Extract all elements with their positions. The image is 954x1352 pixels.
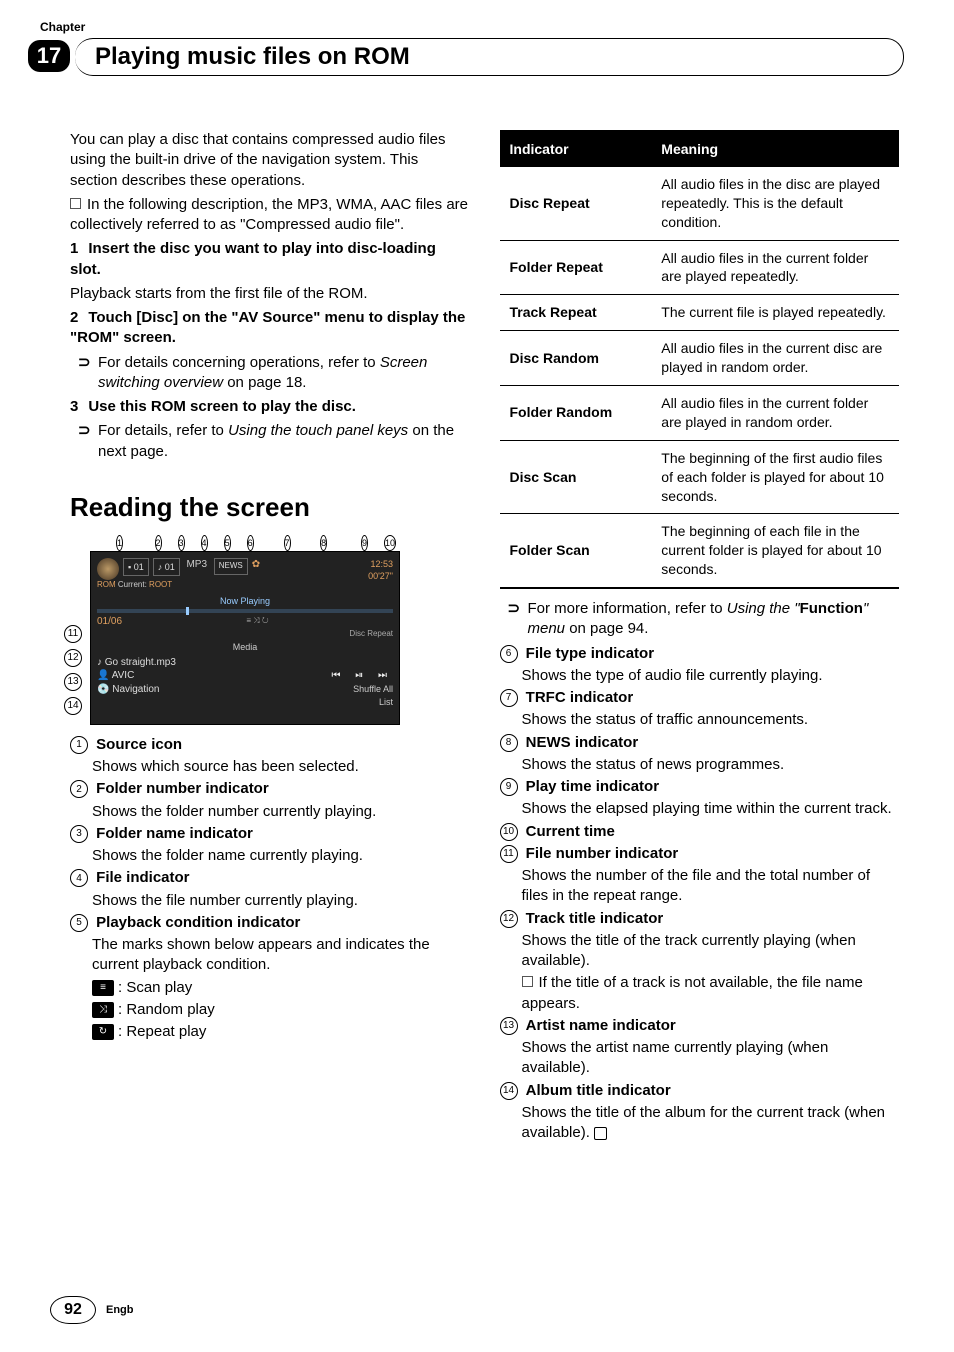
folder-num: ▪ 01 [123, 558, 149, 576]
right-indicator-list: 6 File type indicator Shows the type of … [500, 644, 900, 1144]
play-time: 00'27" [368, 570, 393, 582]
album-title: 💿 Navigation [97, 683, 160, 697]
chapter-title-wrap: Playing music files on ROM [75, 38, 904, 76]
table-row: Disc RepeatAll audio files in the disc a… [500, 167, 900, 240]
step-3-sub: ⊃ For details, refer to Using the touch … [70, 421, 470, 462]
step-1-desc: Playback starts from the first file of t… [70, 284, 470, 304]
callout-1: 1 [116, 535, 123, 551]
table-row: Track RepeatThe current file is played r… [500, 295, 900, 331]
trfc-icon: ✿ [252, 558, 260, 572]
table-row: Folder ScanThe beginning of each file in… [500, 514, 900, 588]
ref-arrow-icon: ⊃ [78, 353, 91, 373]
artist-name: 👤 AVIC [97, 669, 134, 683]
page-footer: 92 Engb [50, 1296, 134, 1324]
note-bullet-icon [522, 976, 533, 987]
table-row: Folder RandomAll audio files in the curr… [500, 386, 900, 441]
track-position: 01/06 [97, 615, 122, 629]
random-icon: ⤨ [92, 1002, 114, 1018]
table-row: Disc RandomAll audio files in the curren… [500, 331, 900, 386]
intro-text: You can play a disc that contains compre… [70, 130, 470, 191]
step-1-head: 1Insert the disc you want to play into d… [70, 239, 470, 280]
source-icon [97, 558, 119, 580]
intro-note: In the following description, the MP3, W… [70, 195, 470, 236]
filetype: MP3 [184, 558, 210, 572]
step-2-head: 2Touch [Disc] on the "AV Source" menu to… [70, 308, 470, 349]
list-button[interactable]: List [97, 696, 393, 708]
track-title: ♪ Go straight.mp3 [97, 656, 393, 670]
ref-arrow-icon: ⊃ [78, 421, 91, 441]
repeat-icon: ↻ [92, 1024, 114, 1040]
reading-the-screen-heading: Reading the screen [70, 490, 470, 525]
current-time: 12:53 [368, 558, 393, 570]
scan-icon: ≡ [92, 980, 114, 996]
media-button[interactable]: Media [97, 641, 393, 653]
chapter-title: Playing music files on ROM [95, 43, 410, 71]
table-row: Folder RepeatAll audio files in the curr… [500, 240, 900, 295]
now-playing-label: Now Playing [97, 595, 393, 607]
note-bullet-icon [70, 198, 81, 209]
step-2-sub: ⊃ For details concerning operations, ref… [70, 353, 470, 394]
table-row: Disc ScanThe beginning of the first audi… [500, 440, 900, 514]
file-num: ♪ 01 [153, 558, 180, 576]
language-code: Engb [106, 1304, 134, 1316]
rom-screen-figure: 1 234 56 7 8 910 ▪ 01 ♪ 01 MP3 NEWS ✿ [90, 535, 400, 725]
left-column: You can play a disc that contains compre… [70, 130, 470, 1145]
ref-arrow-icon: ⊃ [508, 599, 521, 619]
function-ref-note: ⊃ For more information, refer to Using t… [500, 599, 900, 640]
page-number: 92 [50, 1296, 96, 1324]
th-indicator: Indicator [500, 131, 652, 167]
th-meaning: Meaning [651, 131, 899, 167]
news-indicator: NEWS [214, 558, 248, 575]
left-indicator-list: 1 Source icon Shows which source has bee… [70, 735, 470, 1043]
chapter-label: Chapter [40, 20, 85, 34]
step-3-head: 3Use this ROM screen to play the disc. [70, 397, 470, 417]
section-end-icon [594, 1127, 607, 1140]
transport-controls[interactable]: ⏮ ⏯ ⏭ [331, 669, 393, 683]
right-column: Indicator Meaning Disc RepeatAll audio f… [500, 130, 900, 1145]
indicator-meaning-table: Indicator Meaning Disc RepeatAll audio f… [500, 130, 900, 589]
chapter-number-badge: 17 [28, 40, 70, 72]
disc-repeat-label: Disc Repeat [97, 629, 393, 640]
shuffle-button[interactable]: Shuffle All [353, 683, 393, 697]
